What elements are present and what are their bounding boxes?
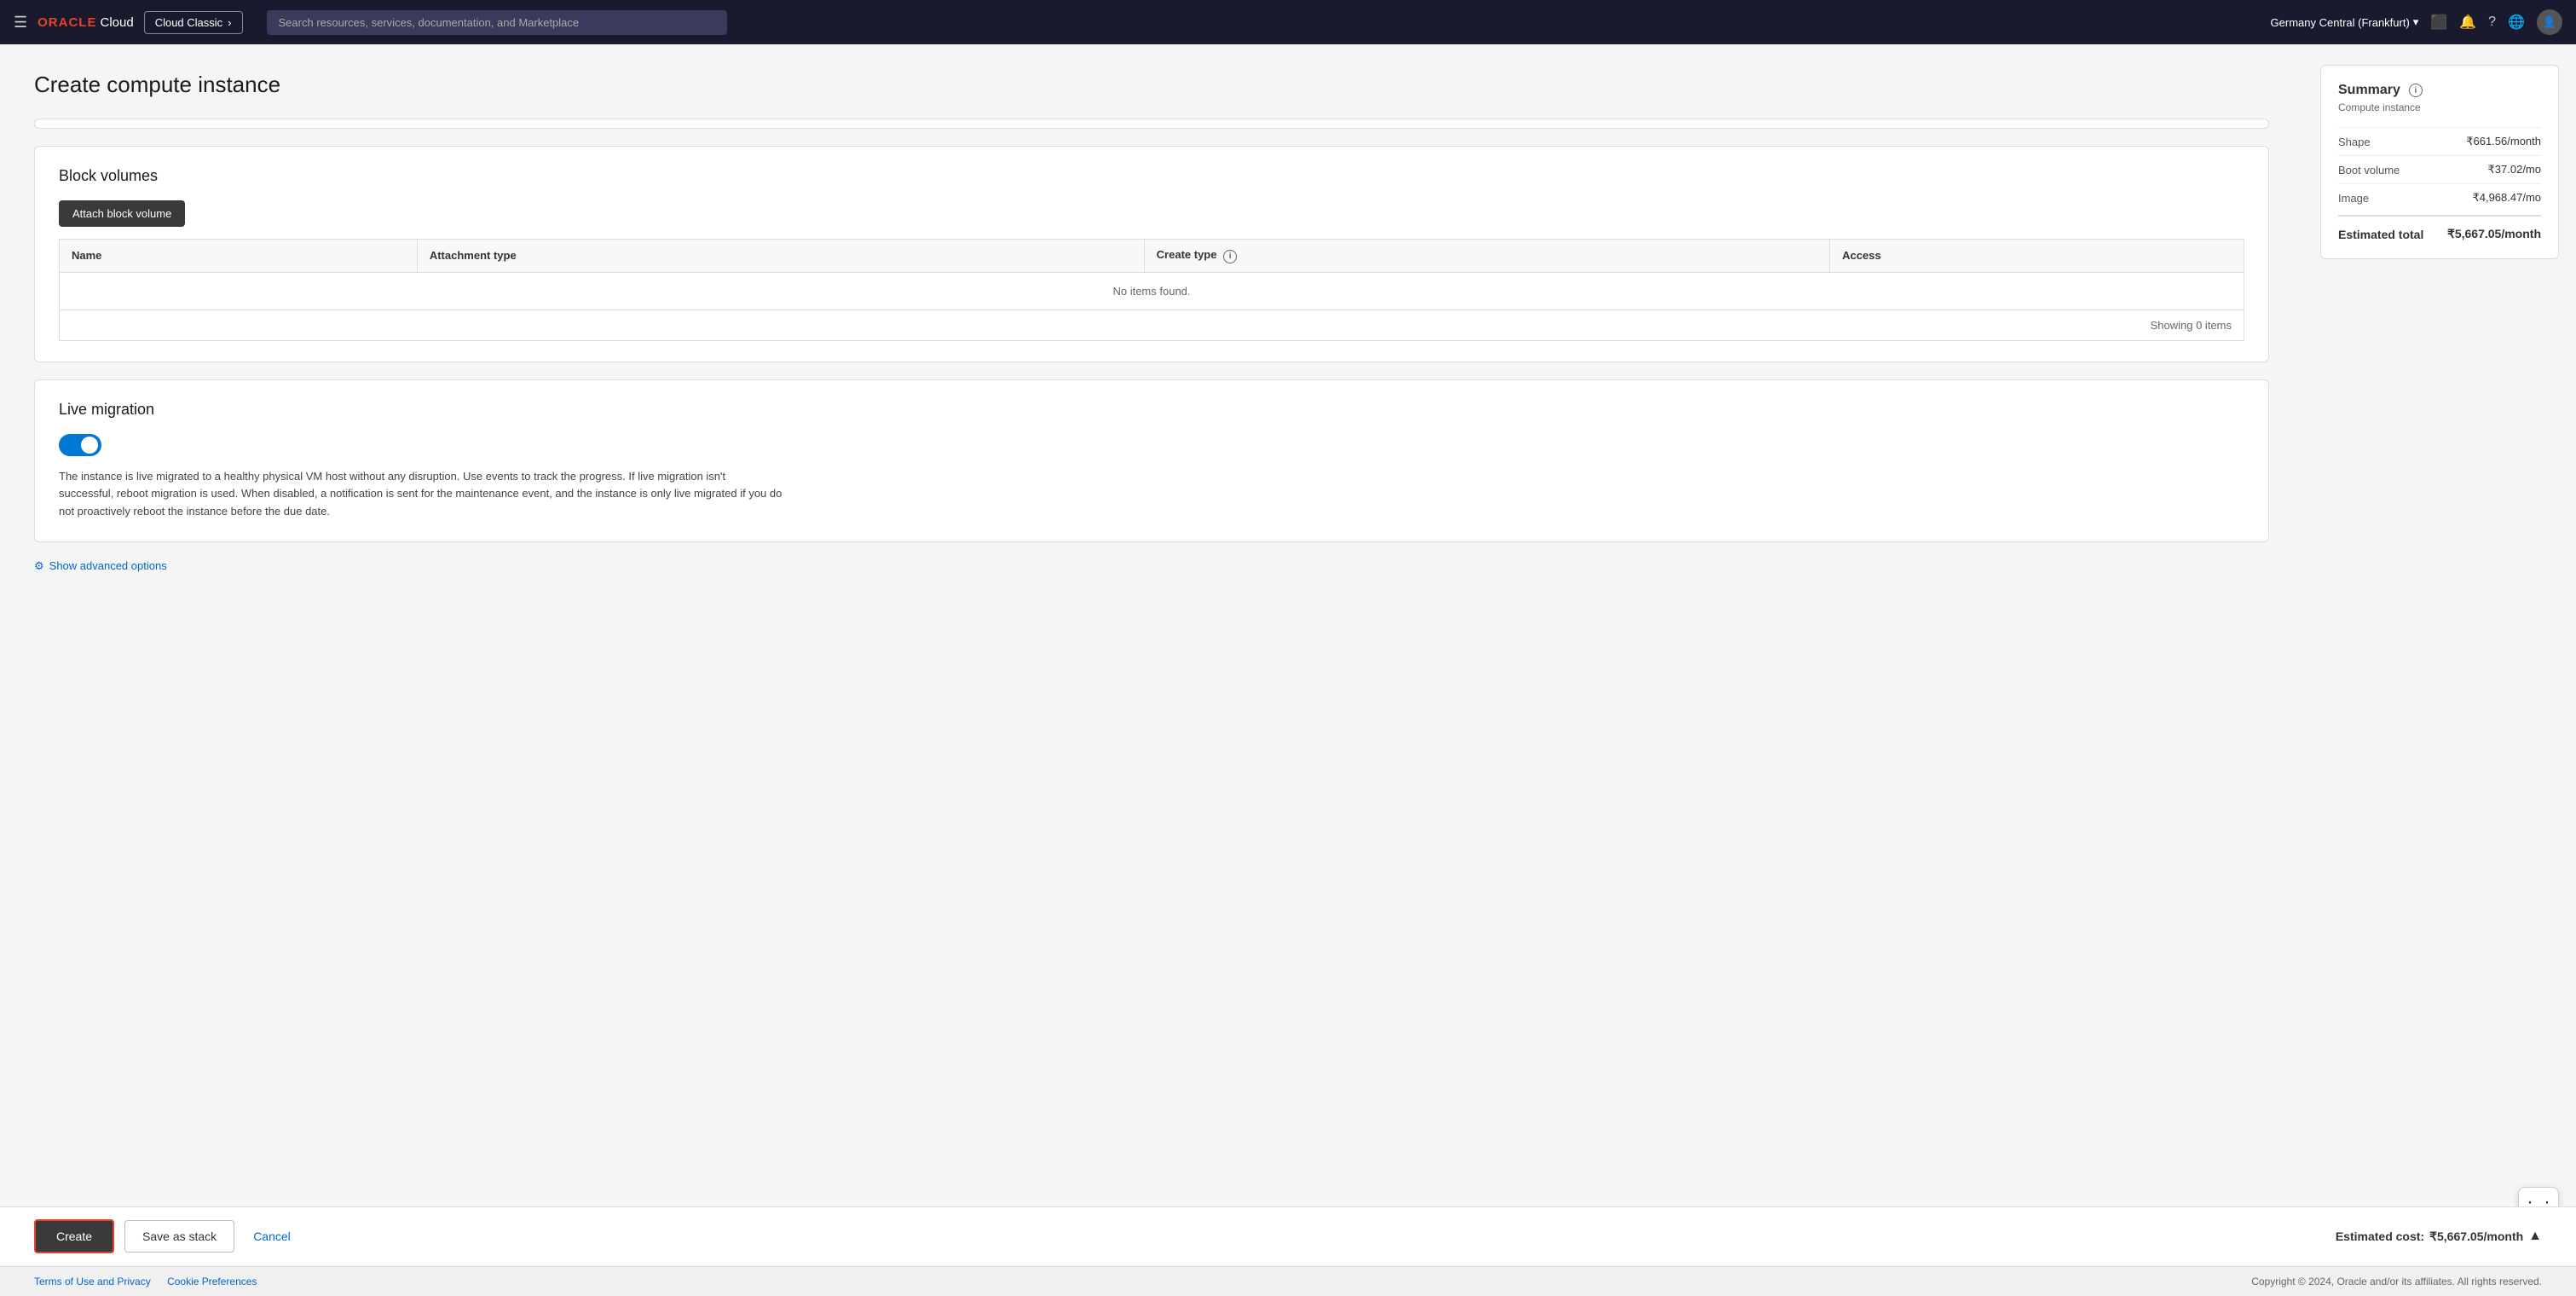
cloud-text: Cloud <box>100 15 133 30</box>
summary-boot-volume-value: ₹37.02/mo <box>2488 163 2541 176</box>
showing-row: Showing 0 items <box>60 310 2244 340</box>
col-attachment-type: Attachment type <box>417 240 1144 273</box>
attach-block-volume-button[interactable]: Attach block volume <box>59 200 185 227</box>
page-title: Create compute instance <box>34 72 2269 98</box>
col-name: Name <box>60 240 418 273</box>
summary-image-value: ₹4,968.47/mo <box>2472 191 2541 205</box>
summary-total-label: Estimated total <box>2338 228 2423 241</box>
cookie-preferences-link[interactable]: Cookie Preferences <box>167 1276 257 1287</box>
main-wrapper: Create compute instance Block volumes At… <box>0 44 2576 1296</box>
terms-link[interactable]: Terms of Use and Privacy <box>34 1276 151 1287</box>
showing-items-text: Showing 0 items <box>60 310 2244 340</box>
main-content: Create compute instance Block volumes At… <box>0 44 2303 1296</box>
summary-total-value: ₹5,667.05/month <box>2447 227 2541 241</box>
estimated-cost-value: ₹5,667.05/month <box>2429 1229 2523 1244</box>
toggle-row <box>59 434 2244 456</box>
terminal-icon[interactable]: ⬛ <box>2430 14 2447 31</box>
footer: Terms of Use and Privacy Cookie Preferen… <box>0 1266 2576 1296</box>
live-migration-description: The instance is live migrated to a healt… <box>59 468 783 521</box>
region-selector[interactable]: Germany Central (Frankfurt) ▾ <box>2271 15 2419 29</box>
topnav-right: Germany Central (Frankfurt) ▾ ⬛ 🔔 ? 🌐 👤 <box>2271 9 2562 35</box>
block-volumes-table: Name Attachment type Create type i Acces… <box>59 239 2244 341</box>
summary-boot-volume-row: Boot volume ₹37.02/mo <box>2338 155 2541 183</box>
scrolled-section <box>34 119 2269 129</box>
summary-shape-row: Shape ₹661.56/month <box>2338 127 2541 155</box>
summary-card: Summary i Compute instance Shape ₹661.56… <box>2320 65 2559 259</box>
advanced-options-label: Show advanced options <box>49 559 167 572</box>
summary-image-label: Image <box>2338 192 2369 205</box>
no-items-row: No items found. <box>60 272 2244 310</box>
chevron-right-icon: › <box>228 16 231 29</box>
summary-shape-label: Shape <box>2338 136 2371 148</box>
avatar[interactable]: 👤 <box>2537 9 2562 35</box>
block-volumes-card: Block volumes Attach block volume Name A… <box>34 146 2269 362</box>
summary-info-icon[interactable]: i <box>2409 84 2423 97</box>
topnav: ☰ ORACLE Cloud Cloud Classic › Germany C… <box>0 0 2576 44</box>
chevron-down-icon: ▾ <box>2413 15 2419 29</box>
chevron-up-icon[interactable]: ▲ <box>2528 1229 2542 1244</box>
create-button[interactable]: Create <box>34 1219 114 1253</box>
live-migration-toggle[interactable] <box>59 434 101 456</box>
oracle-text: ORACLE <box>38 15 96 30</box>
summary-image-row: Image ₹4,968.47/mo <box>2338 183 2541 211</box>
no-items-text: No items found. <box>60 272 2244 310</box>
settings-icon: ⚙ <box>34 559 44 573</box>
bottom-bar: Create Save as stack Cancel Estimated co… <box>0 1206 2576 1265</box>
toggle-knob <box>81 437 98 454</box>
summary-total-row: Estimated total ₹5,667.05/month <box>2338 215 2541 241</box>
save-as-stack-button[interactable]: Save as stack <box>124 1220 234 1253</box>
col-access: Access <box>1830 240 2244 273</box>
globe-icon[interactable]: 🌐 <box>2508 14 2525 31</box>
footer-copyright: Copyright © 2024, Oracle and/or its affi… <box>2251 1276 2542 1287</box>
oracle-logo: ORACLE Cloud <box>38 15 134 30</box>
estimated-cost-label: Estimated cost: <box>2336 1229 2424 1243</box>
region-label: Germany Central (Frankfurt) <box>2271 16 2410 29</box>
summary-shape-value: ₹661.56/month <box>2466 135 2541 148</box>
summary-panel: Summary i Compute instance Shape ₹661.56… <box>2303 44 2576 1296</box>
help-icon[interactable]: ? <box>2488 14 2496 30</box>
summary-subtitle: Compute instance <box>2338 101 2541 113</box>
col-create-type: Create type i <box>1144 240 1829 273</box>
show-advanced-options-link[interactable]: ⚙ Show advanced options <box>34 559 2269 573</box>
search-container <box>267 10 727 35</box>
bell-icon[interactable]: 🔔 <box>2459 14 2476 31</box>
create-type-info-icon[interactable]: i <box>1223 250 1237 263</box>
hamburger-icon[interactable]: ☰ <box>14 14 27 32</box>
summary-title: Summary i <box>2338 83 2541 98</box>
search-input[interactable] <box>267 10 727 35</box>
cloud-classic-button[interactable]: Cloud Classic › <box>144 11 243 34</box>
block-volumes-title: Block volumes <box>59 167 2244 185</box>
footer-left: Terms of Use and Privacy Cookie Preferen… <box>34 1276 257 1287</box>
summary-boot-volume-label: Boot volume <box>2338 164 2400 176</box>
cancel-button[interactable]: Cancel <box>245 1221 299 1252</box>
estimated-cost-bottom: Estimated cost: ₹5,667.05/month ▲ <box>2336 1229 2542 1244</box>
live-migration-title: Live migration <box>59 401 2244 419</box>
live-migration-card: Live migration The instance is live migr… <box>34 379 2269 542</box>
